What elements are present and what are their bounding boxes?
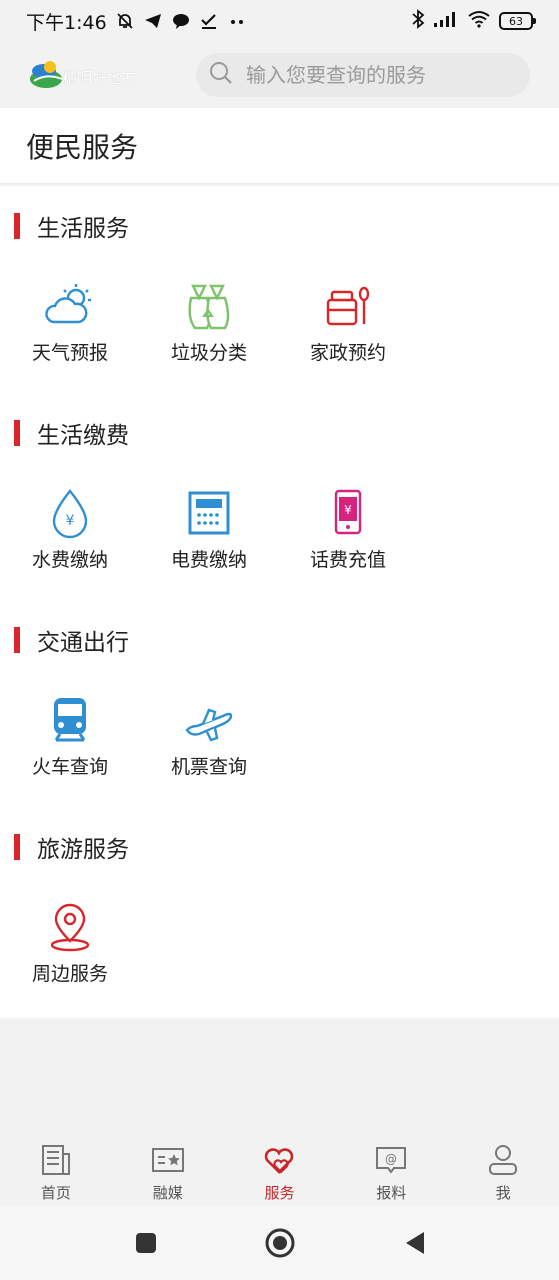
signal-icon bbox=[433, 10, 459, 33]
page-title: 便民服务 bbox=[26, 130, 139, 164]
page-title-bar: 便民服务 bbox=[0, 108, 559, 184]
service-item-garbage-sorting[interactable]: 垃圾分类 bbox=[139, 278, 279, 365]
service-label: 水费缴纳 bbox=[31, 549, 108, 571]
service-grid: 天气预报 垃圾分类 家政预约 bbox=[0, 246, 559, 366]
section-accent-bar bbox=[14, 834, 20, 860]
service-label: 周边服务 bbox=[31, 963, 108, 985]
service-item-water-bill[interactable]: ¥ 水费缴纳 bbox=[0, 485, 140, 572]
service-item-train[interactable]: 火车查询 bbox=[0, 692, 140, 779]
train-icon bbox=[54, 698, 86, 742]
service-grid: ¥ 水费缴纳 电费缴纳 ¥ 话费充值 bbox=[0, 453, 559, 573]
service-label: 话费充值 bbox=[309, 549, 386, 571]
section-header: 生活服务 bbox=[0, 206, 559, 246]
section-title: 生活缴费 bbox=[37, 423, 129, 449]
nav-label: 报料 bbox=[376, 1184, 407, 1202]
section-title: 旅游服务 bbox=[37, 837, 129, 863]
services-content: 生活服务 天气预报 垃圾分类 家政预约 生活缴费 ¥ 水费缴纳 电费缴纳 ¥ 话… bbox=[0, 186, 559, 1018]
recent-apps-button[interactable] bbox=[129, 1226, 163, 1260]
section-header: 交通出行 bbox=[0, 620, 559, 660]
nav-item-service[interactable]: 服务 bbox=[224, 1130, 336, 1206]
bluetooth-icon bbox=[411, 8, 425, 34]
nav-label: 服务 bbox=[264, 1184, 295, 1202]
section-header: 旅游服务 bbox=[0, 827, 559, 867]
nav-label: 首页 bbox=[40, 1184, 71, 1202]
section-accent-bar bbox=[14, 213, 20, 239]
back-triangle-icon bbox=[405, 1232, 424, 1254]
service-label: 天气预报 bbox=[31, 342, 108, 364]
more-dots-icon bbox=[227, 11, 247, 31]
top-header: 精明好地方 bbox=[0, 42, 559, 108]
service-label: 垃圾分类 bbox=[170, 342, 247, 364]
service-item-phone-recharge[interactable]: ¥ 话费充值 bbox=[278, 485, 418, 572]
battery-level: 63 bbox=[509, 14, 523, 28]
section-title: 生活服务 bbox=[37, 216, 129, 242]
garbage-sorting-icon bbox=[188, 284, 230, 330]
service-label: 火车查询 bbox=[31, 756, 108, 778]
search-bar[interactable] bbox=[196, 53, 530, 97]
service-label: 电费缴纳 bbox=[170, 549, 247, 571]
nav-item-home[interactable]: 首页 bbox=[0, 1130, 112, 1206]
section-accent-bar bbox=[14, 627, 20, 653]
housekeeping-icon bbox=[326, 286, 370, 326]
user-icon bbox=[489, 1145, 518, 1175]
section-life-payments: 生活缴费 ¥ 水费缴纳 电费缴纳 ¥ 话费充值 bbox=[0, 413, 559, 573]
svg-text:¥: ¥ bbox=[66, 513, 75, 529]
nav-label: 我 bbox=[495, 1184, 511, 1202]
section-travel-services: 旅游服务 周边服务 bbox=[0, 827, 559, 987]
circle-home-icon bbox=[265, 1228, 294, 1258]
service-item-electric-bill[interactable]: 电费缴纳 bbox=[139, 485, 279, 572]
home-button[interactable] bbox=[263, 1226, 297, 1260]
telegram-icon bbox=[143, 11, 163, 31]
system-nav-bar bbox=[0, 1206, 559, 1280]
back-button[interactable] bbox=[397, 1226, 431, 1260]
service-item-flight[interactable]: 机票查询 bbox=[139, 692, 279, 779]
mute-bell-icon bbox=[115, 11, 135, 31]
search-icon bbox=[208, 60, 234, 90]
logo-text: 精明好地方 bbox=[62, 69, 138, 87]
search-input[interactable] bbox=[246, 63, 506, 87]
square-icon bbox=[135, 1233, 156, 1253]
service-grid: 周边服务 bbox=[0, 867, 559, 987]
water-drop-icon: ¥ bbox=[52, 489, 88, 539]
service-label: 家政预约 bbox=[309, 342, 386, 364]
section-accent-bar bbox=[14, 420, 20, 446]
nav-item-media[interactable]: 融媒 bbox=[112, 1130, 224, 1206]
service-grid: 火车查询 机票查询 bbox=[0, 660, 559, 780]
heart-service-icon bbox=[265, 1148, 294, 1174]
wifi-icon bbox=[467, 10, 491, 33]
service-item-weather[interactable]: 天气预报 bbox=[0, 278, 140, 365]
airplane-icon bbox=[185, 708, 233, 742]
report-icon: @ bbox=[376, 1147, 407, 1174]
service-item-housekeeping[interactable]: 家政预约 bbox=[278, 278, 418, 365]
section-title: 交通出行 bbox=[37, 630, 129, 656]
service-item-nearby[interactable]: 周边服务 bbox=[0, 899, 140, 986]
weather-icon bbox=[45, 284, 91, 324]
status-bar: 下午1:46 63 bbox=[0, 0, 559, 42]
service-label: 机票查询 bbox=[170, 756, 247, 778]
svg-text:¥: ¥ bbox=[344, 503, 352, 517]
media-icon bbox=[151, 1148, 184, 1172]
svg-text:@: @ bbox=[385, 1152, 397, 1166]
chat-bubble-icon bbox=[171, 11, 191, 31]
bottom-nav: 首页 融媒 服务 @ 报料 我 bbox=[0, 1130, 559, 1206]
section-transportation: 交通出行 火车查询 机票查询 bbox=[0, 620, 559, 780]
app-logo[interactable]: 精明好地方 bbox=[28, 55, 178, 95]
status-time: 下午1:46 bbox=[26, 11, 107, 34]
phone-recharge-icon: ¥ bbox=[334, 489, 362, 535]
nav-item-me[interactable]: 我 bbox=[447, 1130, 559, 1206]
nav-label: 融媒 bbox=[152, 1184, 183, 1202]
check-icon bbox=[199, 11, 219, 31]
section-header: 生活缴费 bbox=[0, 413, 559, 453]
electric-meter-icon bbox=[188, 491, 230, 535]
nav-item-report[interactable]: @ 报料 bbox=[335, 1130, 447, 1206]
location-pin-icon bbox=[50, 903, 90, 952]
news-icon bbox=[41, 1145, 70, 1175]
battery-indicator: 63 bbox=[499, 12, 536, 30]
section-life-services: 生活服务 天气预报 垃圾分类 家政预约 bbox=[0, 206, 559, 366]
